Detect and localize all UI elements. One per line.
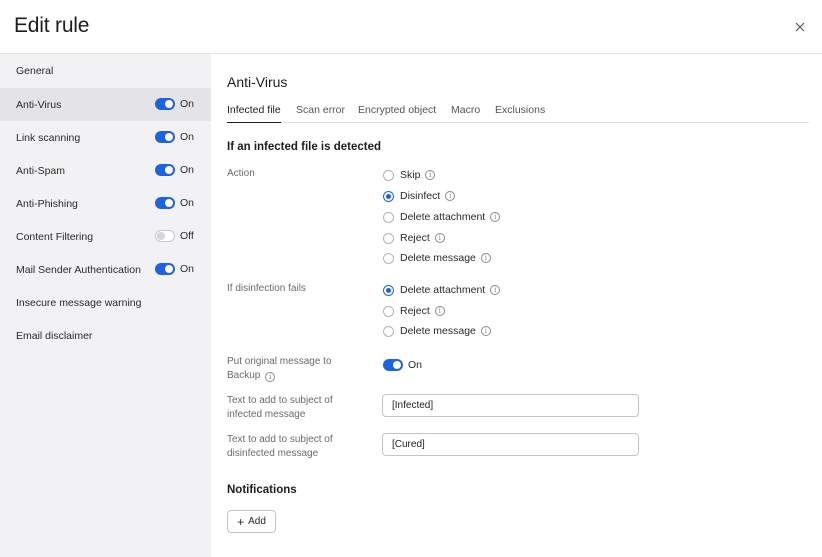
infected-subject-label-line1: Text to add to subject of [227,395,333,406]
sidebar-item-label: Insecure message warning [16,296,142,309]
toggle-status: On [180,263,195,275]
backup-label-line2: Backup [227,370,261,381]
anti-phishing-toggle[interactable] [155,197,175,209]
close-icon[interactable] [792,19,808,35]
info-icon[interactable]: i [434,306,445,316]
info-icon[interactable]: i [480,253,491,263]
infected-subject-label: Text to add to subject of infected messa… [227,394,333,422]
tab-encrypted-object[interactable]: Encrypted object [358,104,436,123]
radio-label: Reject [400,232,430,244]
tab-infected-file[interactable]: Infected file [227,104,281,123]
radio-button[interactable] [383,232,394,244]
sidebar-item-email-disclaimer[interactable]: Email disclaimer [0,319,211,352]
backup-label-line1: Put original message to [227,356,332,367]
sidebar-item-content-filtering[interactable]: Content Filtering Off [0,220,211,253]
info-icon[interactable]: i [265,372,276,382]
tab-bar: Infected file Scan error Encrypted objec… [227,104,809,123]
infected-subject-input[interactable] [382,394,639,417]
action-label: Action [227,168,255,179]
infected-subject-label-line2: infected message [227,409,306,420]
disinfected-subject-input[interactable] [382,433,639,456]
content-filtering-toggle[interactable] [155,230,175,242]
backup-toggle[interactable] [383,359,403,371]
sidebar-item-label: Email disclaimer [16,329,93,342]
sidebar-item-anti-phishing[interactable]: Anti-Phishing On [0,187,211,220]
dialog-header: Edit rule [0,0,822,54]
page-title: Edit rule [14,14,90,37]
radio-button[interactable] [383,252,394,264]
info-icon[interactable]: i [445,191,456,201]
disinfected-subject-label-line2: disinfected message [227,448,319,459]
fails-option-delete-attachment[interactable]: Delete attachment i [383,284,501,296]
sidebar-item-insecure-message-warning[interactable]: Insecure message warning [0,286,211,319]
radio-label: Delete attachment [400,211,486,223]
disinfected-subject-label-line1: Text to add to subject of [227,434,333,445]
link-scanning-toggle[interactable] [155,131,175,143]
radio-label: Disinfect [400,190,441,202]
info-icon[interactable]: i [490,285,501,295]
radio-button[interactable] [383,284,394,296]
info-icon[interactable]: i [434,233,445,243]
notifications-heading: Notifications [227,484,297,496]
radio-label: Delete attachment [400,284,486,296]
toggle-status: Off [180,230,194,242]
toggle-status: On [180,197,195,209]
info-icon[interactable]: i [425,170,436,180]
add-button-label: Add [248,516,266,527]
radio-button[interactable] [383,169,394,181]
mail-sender-authentication-toggle[interactable] [155,263,175,275]
fails-option-reject[interactable]: Reject i [383,305,445,317]
toggle-status: On [408,359,423,371]
radio-label: Skip [400,169,421,181]
section-title: Anti-Virus [227,74,288,90]
radio-button[interactable] [383,190,394,202]
sidebar-item-label: General [16,64,54,77]
anti-virus-toggle[interactable] [155,98,175,110]
tab-exclusions[interactable]: Exclusions [495,104,545,123]
tab-scan-error[interactable]: Scan error [296,104,345,123]
sidebar-item-general[interactable]: General [0,54,211,87]
sidebar-item-link-scanning[interactable]: Link scanning On [0,121,211,154]
tab-macro[interactable]: Macro [451,104,480,123]
main-panel: Anti-Virus Infected file Scan error Encr… [211,54,822,557]
backup-label: Put original message to Backup i [227,355,332,383]
plus-icon: + [237,514,245,529]
radio-button[interactable] [383,211,394,223]
action-option-delete-attachment[interactable]: Delete attachment i [383,211,501,223]
sidebar: General Anti-Virus On Link scanning On A… [0,54,211,557]
sidebar-item-anti-spam[interactable]: Anti-Spam On [0,154,211,187]
action-option-skip[interactable]: Skip i [383,169,436,181]
action-option-delete-message[interactable]: Delete message i [383,252,491,264]
radio-button[interactable] [383,325,394,337]
info-icon[interactable]: i [480,326,491,336]
backup-toggle-row: On [383,359,422,371]
info-icon[interactable]: i [490,212,501,222]
radio-button[interactable] [383,305,394,317]
fails-option-delete-message[interactable]: Delete message i [383,325,491,337]
disinfected-subject-label: Text to add to subject of disinfected me… [227,433,333,461]
radio-label: Delete message [400,252,476,264]
section-heading: If an infected file is detected [227,141,382,153]
action-option-disinfect[interactable]: Disinfect i [383,190,456,202]
toggle-status: On [180,164,195,176]
toggle-status: On [180,131,195,143]
disinfection-fails-label: If disinfection fails [227,283,306,294]
sidebar-item-anti-virus[interactable]: Anti-Virus On [0,88,211,121]
anti-spam-toggle[interactable] [155,164,175,176]
toggle-status: On [180,98,195,110]
add-notification-button[interactable]: + Add [227,510,276,533]
radio-label: Reject [400,305,430,317]
radio-label: Delete message [400,325,476,337]
action-option-reject[interactable]: Reject i [383,232,445,244]
sidebar-item-mail-sender-authentication[interactable]: Mail Sender Authentication On [0,253,211,286]
